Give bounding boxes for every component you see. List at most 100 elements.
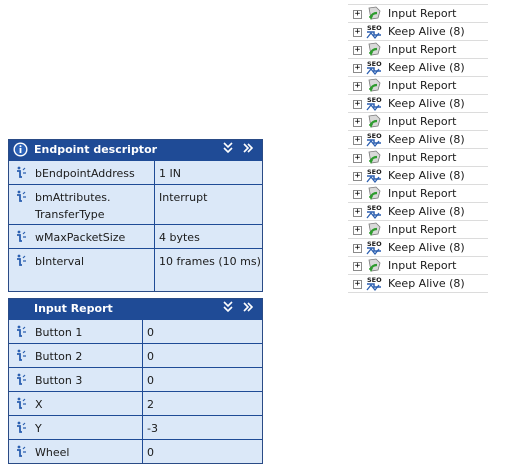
tree-item[interactable]: + Input Report [348,185,488,203]
property-value-cell: 0 [143,440,262,463]
property-value: 0 [147,326,154,339]
property-row[interactable]: Button 1 0 [9,319,262,343]
input-report-icon [365,41,383,58]
property-row[interactable]: Button 2 0 [9,343,262,367]
tree-item[interactable]: + SEO Keep Alive (8) [348,23,488,41]
input-report-icon [365,221,383,238]
tree-item-label: Keep Alive (8) [388,241,465,254]
tree-item-label: Input Report [388,259,457,272]
tree-item-label: Input Report [388,79,457,92]
info-icon [17,190,26,202]
tree-item[interactable]: + Input Report [348,77,488,95]
input-report-icon [365,149,383,166]
svg-text:SEO: SEO [367,168,382,176]
property-value-cell: Interrupt [155,185,262,224]
collapse-chevron-icon[interactable] [223,301,233,316]
expand-plus-icon[interactable]: + [353,28,362,37]
tree-item-label: Keep Alive (8) [388,169,465,182]
seo-keepalive-icon: SEO [365,23,383,40]
expand-plus-icon[interactable]: + [353,64,362,73]
svg-text:SEO: SEO [367,132,382,140]
input-report-icon [365,113,383,130]
expand-plus-icon[interactable]: + [353,208,362,217]
property-value: 0 [147,350,154,363]
property-value: 0 [147,374,154,387]
info-icon [17,373,26,385]
tree-item[interactable]: + Input Report [348,257,488,275]
tree-item[interactable]: + Input Report [348,149,488,167]
tree-item[interactable]: + SEO Keep Alive (8) [348,275,488,293]
tree-item-label: Keep Alive (8) [388,133,465,146]
input-report-panel: Input Report Button 1 0 Button 2 0 Button 3 0… [8,298,263,464]
property-name-cell: Y [9,416,143,439]
expand-plus-icon[interactable]: + [353,118,362,127]
property-row[interactable]: bInterval 10 frames (10 ms) [9,248,262,291]
tree-item-label: Input Report [388,7,457,20]
expand-plus-icon[interactable]: + [353,154,362,163]
expand-plus-icon[interactable]: + [353,10,362,19]
tree-item-label: Keep Alive (8) [388,205,465,218]
property-name-cell: bEndpointAddress [9,161,155,184]
expand-plus-icon[interactable]: + [353,100,362,109]
property-name: bmAttributes. TransferType [35,191,111,221]
tree-item[interactable]: + SEO Keep Alive (8) [348,59,488,77]
property-row[interactable]: bmAttributes. TransferType Interrupt [9,184,262,224]
tree-item-label: Input Report [388,115,457,128]
property-value-cell: 10 frames (10 ms) [155,249,262,291]
seo-keepalive-icon: SEO [365,59,383,76]
expand-plus-icon[interactable]: + [353,226,362,235]
property-row[interactable]: Button 3 0 [9,367,262,391]
report-panel-title: Input Report [34,302,113,315]
property-value-cell: 4 bytes [155,225,262,248]
property-row[interactable]: Y -3 [9,415,262,439]
input-report-icon [365,5,383,22]
tree-item-label: Keep Alive (8) [388,25,465,38]
property-row[interactable]: bEndpointAddress 1 IN [9,160,262,184]
tree-item[interactable]: + SEO Keep Alive (8) [348,95,488,113]
property-row[interactable]: X2 [9,391,262,415]
property-row[interactable]: wMaxPacketSize 4 bytes [9,224,262,248]
collapse-chevron-icon[interactable] [223,142,233,157]
expand-plus-icon[interactable]: + [353,136,362,145]
property-name: Button 3 [35,374,83,387]
tree-item-label: Input Report [388,43,457,56]
property-value: 10 frames (10 ms) [159,255,261,268]
tree-item-label: Keep Alive (8) [388,97,465,110]
info-icon [17,397,26,409]
expand-plus-icon[interactable]: + [353,280,362,289]
expand-plus-icon[interactable]: + [353,46,362,55]
property-name-cell: Button 3 [9,368,143,391]
report-panel-header[interactable]: Input Report [9,299,262,319]
tree-item[interactable]: + Input Report [348,4,488,23]
expand-chevron-icon[interactable] [243,301,254,316]
tree-item[interactable]: + Input Report [348,113,488,131]
expand-plus-icon[interactable]: + [353,172,362,181]
property-name: Button 1 [35,326,83,339]
input-report-icon [365,185,383,202]
property-row[interactable]: Wheel 0 [9,439,262,463]
info-icon [17,254,26,266]
expand-chevron-icon[interactable] [243,142,254,157]
tree-item-label: Input Report [388,187,457,200]
expand-plus-icon[interactable]: + [353,244,362,253]
tree-item[interactable]: + SEO Keep Alive (8) [348,131,488,149]
expand-plus-icon[interactable]: + [353,82,362,91]
property-name: wMaxPacketSize [35,231,126,244]
property-value-cell: 0 [143,320,262,343]
tree-item[interactable]: + Input Report [348,41,488,59]
expand-plus-icon[interactable]: + [353,190,362,199]
tree-item[interactable]: + SEO Keep Alive (8) [348,239,488,257]
expand-plus-icon[interactable]: + [353,262,362,271]
tree-item[interactable]: + SEO Keep Alive (8) [348,167,488,185]
property-name: bEndpointAddress [35,167,135,180]
endpoint-panel-header[interactable]: Endpoint descriptor [9,140,262,160]
tree-item[interactable]: + SEO Keep Alive (8) [348,203,488,221]
seo-keepalive-icon: SEO [365,239,383,256]
info-icon [17,166,26,178]
seo-keepalive-icon: SEO [365,203,383,220]
property-name-cell: X [9,392,143,415]
property-name-cell: Button 1 [9,320,143,343]
tree-item-label: Keep Alive (8) [388,277,465,290]
svg-text:SEO: SEO [367,60,382,68]
tree-item[interactable]: + Input Report [348,221,488,239]
